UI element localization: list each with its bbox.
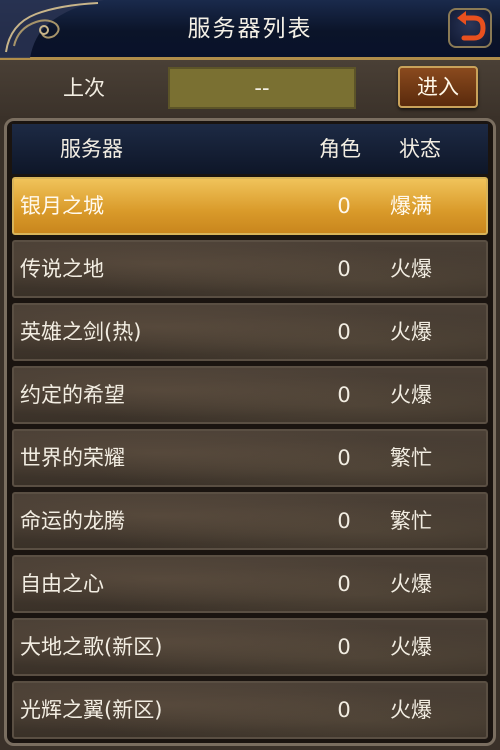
header-role: 角色	[319, 137, 361, 161]
header-server: 服务器	[60, 137, 123, 161]
role-count: 0	[337, 194, 351, 218]
header-status: 状态	[399, 137, 441, 161]
enter-button[interactable]: 进入	[398, 66, 478, 108]
server-row[interactable]: 自由之心 0 火爆	[12, 555, 488, 613]
role-count: 0	[337, 635, 351, 659]
role-count: 0	[337, 257, 351, 281]
role-count: 0	[337, 320, 351, 344]
server-name: 世界的荣耀	[20, 446, 125, 470]
server-name: 银月之城	[20, 194, 104, 218]
server-row[interactable]: 传说之地 0 火爆	[12, 240, 488, 298]
server-row[interactable]: 世界的荣耀 0 繁忙	[12, 429, 488, 487]
server-status: 爆满	[390, 194, 432, 218]
list-header: 服务器 角色 状态	[12, 124, 488, 174]
server-name: 大地之歌(新区)	[20, 635, 163, 659]
role-count: 0	[337, 383, 351, 407]
back-button[interactable]	[448, 8, 492, 48]
server-status: 繁忙	[390, 446, 432, 470]
role-count: 0	[337, 446, 351, 470]
server-name: 光辉之翼(新区)	[20, 698, 163, 722]
role-count: 0	[337, 509, 351, 533]
server-status: 火爆	[390, 572, 432, 596]
server-name: 自由之心	[20, 572, 104, 596]
server-row[interactable]: 光辉之翼(新区) 0 火爆	[12, 681, 488, 739]
server-name: 英雄之剑(热)	[20, 320, 142, 344]
server-status: 火爆	[390, 257, 432, 281]
server-row[interactable]: 英雄之剑(热) 0 火爆	[12, 303, 488, 361]
role-count: 0	[337, 698, 351, 722]
server-list-panel: 服务器 角色 状态 银月之城 0 爆满 传说之地 0 火爆 英雄之剑(热) 0 …	[4, 118, 496, 746]
server-status: 繁忙	[390, 509, 432, 533]
server-row[interactable]: 命运的龙腾 0 繁忙	[12, 492, 488, 550]
server-row[interactable]: 约定的希望 0 火爆	[12, 366, 488, 424]
server-status: 火爆	[390, 635, 432, 659]
server-rows: 银月之城 0 爆满 传说之地 0 火爆 英雄之剑(热) 0 火爆 约定的希望 0…	[12, 177, 488, 744]
page-title: 服务器列表	[187, 16, 313, 42]
server-row[interactable]: 大地之歌(新区) 0 火爆	[12, 618, 488, 676]
title-bar: 服务器列表	[0, 0, 500, 60]
server-name: 约定的希望	[20, 383, 125, 407]
role-count: 0	[337, 572, 351, 596]
last-server-bar: 上次 -- 进入	[0, 60, 500, 116]
server-name: 命运的龙腾	[20, 509, 125, 533]
server-status: 火爆	[390, 698, 432, 722]
last-server-label: 上次	[63, 76, 105, 100]
server-status: 火爆	[390, 383, 432, 407]
server-name: 传说之地	[20, 257, 104, 281]
last-server-field: --	[168, 67, 356, 109]
server-row[interactable]: 银月之城 0 爆满	[12, 177, 488, 235]
server-status: 火爆	[390, 320, 432, 344]
back-arrow-icon	[457, 11, 486, 41]
